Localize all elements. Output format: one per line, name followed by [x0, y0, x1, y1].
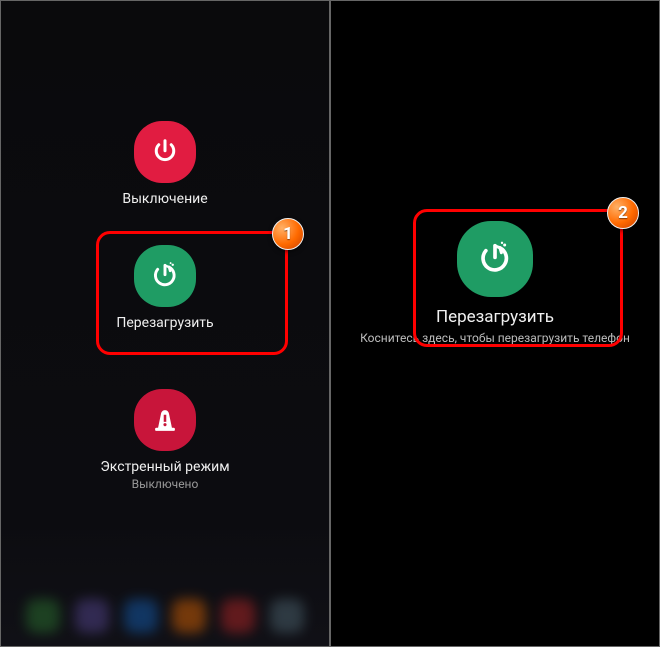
- shutdown-label: Выключение: [122, 191, 207, 207]
- restart-icon: [457, 221, 533, 297]
- restart-confirm-option[interactable]: Перезагрузить: [436, 221, 554, 327]
- restart-icon: [134, 245, 196, 307]
- emergency-sublabel: Выключено: [132, 477, 199, 491]
- restart-label: Перезагрузить: [116, 315, 213, 331]
- power-menu-screen: Выключение Перезагрузить Экстренный режи…: [0, 0, 330, 647]
- restart-hint: Коснитесь здесь, чтобы перезагрузить тел…: [360, 331, 630, 345]
- restart-confirm-label: Перезагрузить: [436, 307, 554, 327]
- shutdown-option[interactable]: Выключение: [122, 121, 207, 207]
- emergency-icon: [134, 389, 196, 451]
- blurred-dock: [1, 586, 329, 646]
- annotation-badge-2: 2: [607, 197, 639, 229]
- restart-option[interactable]: Перезагрузить: [116, 245, 213, 331]
- restart-confirm-screen: Перезагрузить Коснитесь здесь, чтобы пер…: [330, 0, 660, 647]
- emergency-label: Экстренный режим: [100, 459, 229, 475]
- emergency-mode-option[interactable]: Экстренный режим Выключено: [100, 389, 229, 491]
- power-off-icon: [134, 121, 196, 183]
- annotation-badge-1: 1: [272, 218, 304, 250]
